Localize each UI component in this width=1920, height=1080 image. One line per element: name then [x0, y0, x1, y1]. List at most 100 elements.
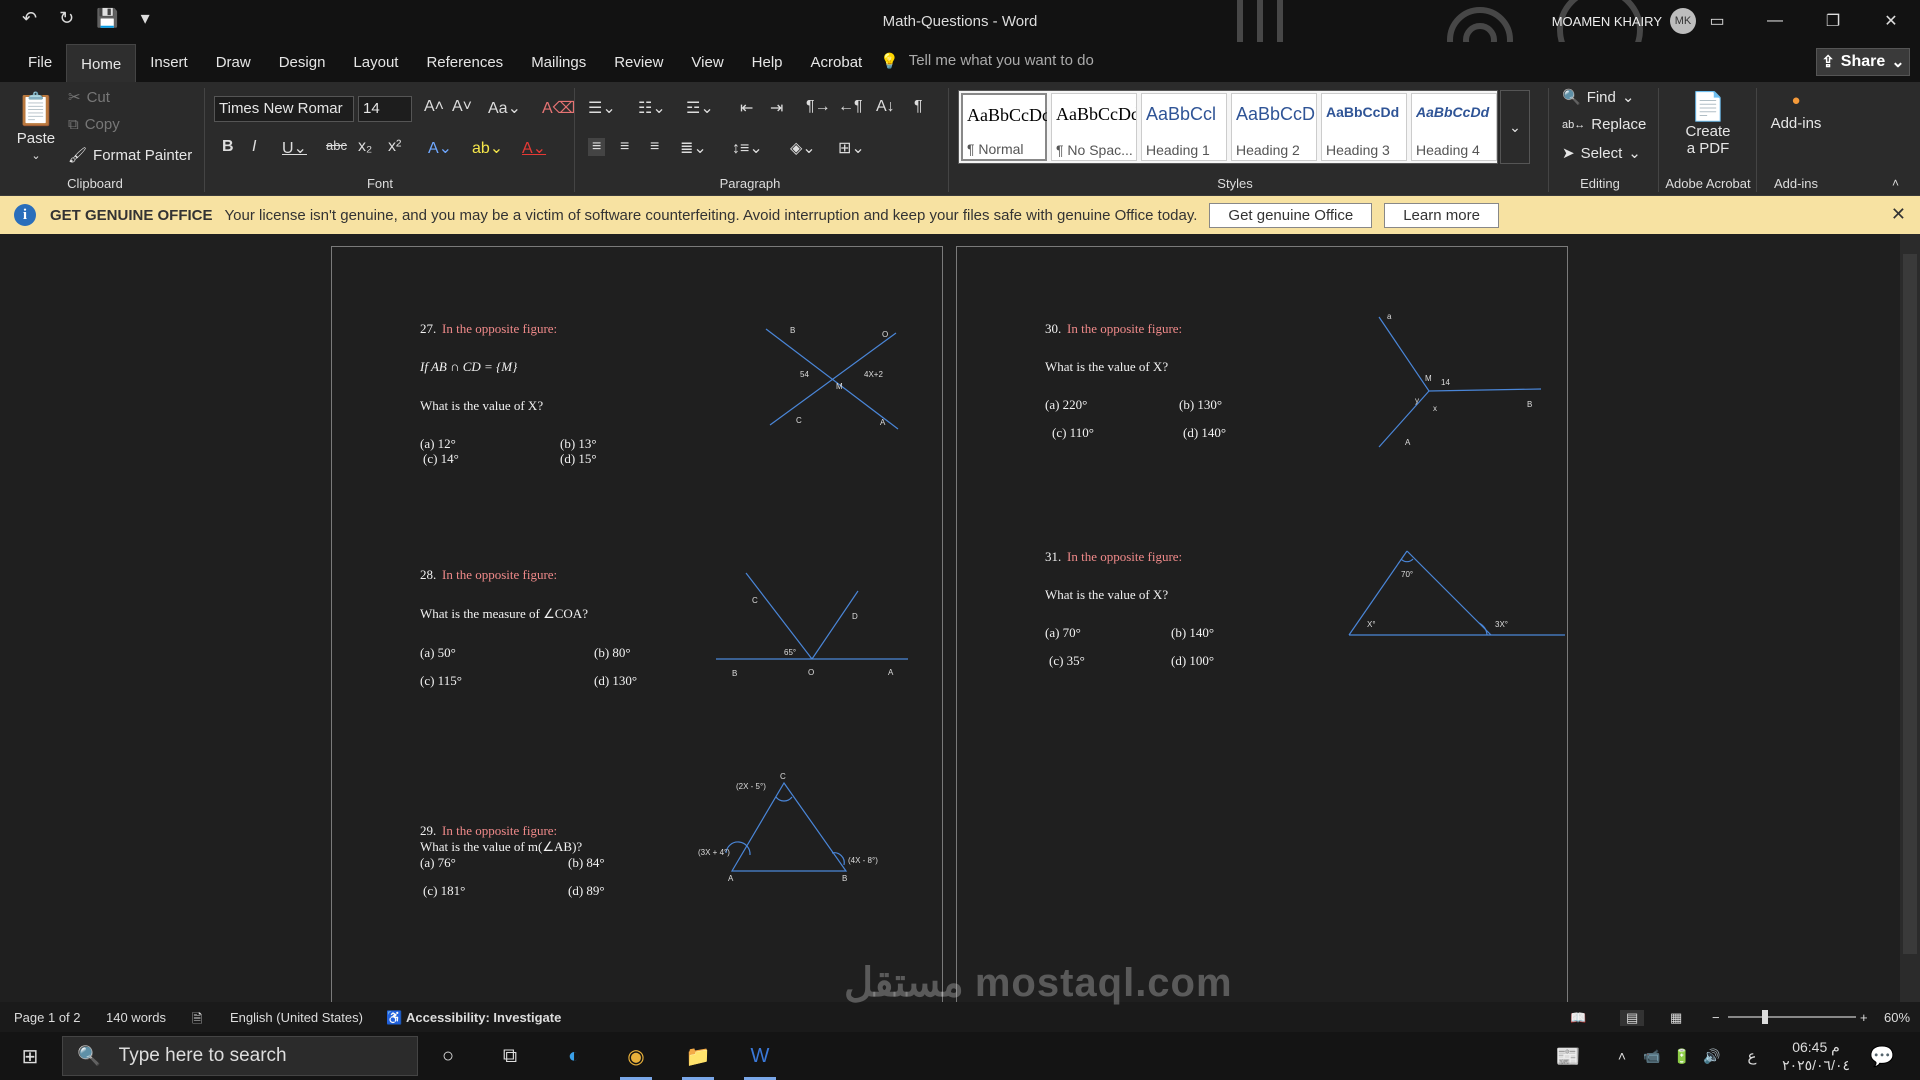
tab-references[interactable]: References — [412, 42, 517, 82]
tab-home[interactable]: Home — [66, 44, 137, 84]
web-layout-icon[interactable]: ▦ — [1670, 1010, 1682, 1026]
print-layout-icon[interactable]: ▤ — [1620, 1010, 1645, 1026]
borders-icon[interactable]: ⊞⌄ — [838, 138, 865, 158]
share-button[interactable]: ⇪ Share ⌄ — [1816, 48, 1910, 76]
minimize-icon[interactable]: — — [1746, 0, 1804, 42]
task-view-icon[interactable]: ⧉ — [492, 1040, 528, 1072]
align-right-icon[interactable]: ≡ — [650, 138, 659, 156]
tab-review[interactable]: Review — [600, 42, 677, 82]
tab-acrobat[interactable]: Acrobat — [797, 42, 877, 82]
ltr-icon[interactable]: ¶→ — [806, 98, 831, 116]
superscript-icon[interactable]: x² — [388, 138, 401, 156]
page-count[interactable]: Page 1 of 2 — [14, 1010, 81, 1025]
word-icon[interactable]: W — [742, 1040, 778, 1080]
line-spacing-icon[interactable]: ↕≡⌄ — [732, 138, 763, 158]
user-name[interactable]: MOAMEN KHAIRY — [1552, 14, 1662, 29]
highlight-icon[interactable]: ab⌄ — [472, 138, 503, 158]
tab-help[interactable]: Help — [738, 42, 797, 82]
cut-button[interactable]: ✂ Cut — [68, 88, 110, 107]
cortana-icon[interactable]: ○ — [430, 1040, 466, 1072]
shrink-font-icon[interactable]: A˅ — [452, 98, 472, 116]
scroll-thumb[interactable] — [1903, 254, 1917, 954]
tab-view[interactable]: View — [677, 42, 737, 82]
strikethrough-icon[interactable]: abc — [326, 138, 347, 153]
zoom-thumb[interactable] — [1762, 1010, 1768, 1024]
learn-more-button[interactable]: Learn more — [1384, 202, 1499, 228]
font-color-icon[interactable]: A⌄ — [522, 138, 546, 158]
close-icon[interactable]: ✕ — [1862, 0, 1920, 42]
news-icon[interactable]: 📰 — [1550, 1040, 1586, 1072]
align-left-icon[interactable]: ≡ — [588, 138, 606, 156]
create-pdf-button[interactable]: 📄 Create a PDF — [1668, 90, 1748, 157]
format-painter-button[interactable]: 🖌 Format Painter — [68, 146, 192, 165]
restore-icon[interactable]: ❐ — [1804, 0, 1862, 42]
get-genuine-button[interactable]: Get genuine Office — [1209, 202, 1373, 228]
vertical-scrollbar[interactable] — [1900, 234, 1920, 1002]
collapse-ribbon-icon[interactable]: ˄ — [1892, 176, 1899, 190]
edge-icon[interactable]: ◐ — [556, 1040, 592, 1072]
copy-button[interactable]: ⧉ Copy — [68, 116, 120, 133]
underline-icon[interactable]: U⌄ — [282, 138, 307, 158]
styles-more-button[interactable]: ⌄ — [1500, 90, 1530, 164]
read-mode-icon[interactable]: 📖 — [1570, 1010, 1586, 1026]
input-language[interactable]: ع — [1734, 1040, 1770, 1072]
accessibility-status[interactable]: Accessibility: Investigate — [406, 1010, 561, 1025]
tab-file[interactable]: File — [14, 42, 66, 82]
taskbar-search[interactable]: 🔍 Type here to search — [62, 1036, 418, 1076]
font-name-dropdown[interactable]: Times New Romar — [214, 96, 354, 122]
clear-formatting-icon[interactable]: A⌫ — [542, 98, 575, 118]
tab-design[interactable]: Design — [265, 42, 340, 82]
decrease-indent-icon[interactable]: ⇤ — [740, 98, 753, 118]
word-count[interactable]: 140 words — [106, 1010, 166, 1025]
zoom-in-icon[interactable]: + — [1860, 1010, 1868, 1025]
style-heading-3[interactable]: AaBbCcDd Heading 3 — [1321, 93, 1407, 161]
text-effects-icon[interactable]: A⌄ — [428, 138, 452, 158]
change-case-icon[interactable]: Aa⌄ — [488, 98, 521, 118]
volume-icon[interactable]: 🔊 — [1694, 1040, 1730, 1072]
sort-icon[interactable]: A↓ — [876, 98, 895, 116]
select-button[interactable]: ➤ Select ⌄ — [1562, 144, 1641, 163]
align-center-icon[interactable]: ≡ — [620, 138, 629, 156]
zoom-out-icon[interactable]: − — [1712, 1010, 1720, 1025]
font-size-dropdown[interactable]: 14 — [358, 96, 412, 122]
style-heading-4[interactable]: AaBbCcDd Heading 4 — [1411, 93, 1497, 161]
tab-layout[interactable]: Layout — [339, 42, 412, 82]
tab-draw[interactable]: Draw — [202, 42, 265, 82]
page-1[interactable]: 27. In the opposite figure: If AB ∩ CD =… — [331, 246, 943, 1006]
taskbar-clock[interactable]: 06:45 م ٢٠٢٥/٠٦/٠٤ — [1782, 1038, 1850, 1074]
pilcrow-icon[interactable]: ¶ — [914, 98, 923, 116]
numbering-icon[interactable]: ☷⌄ — [638, 98, 666, 118]
bullets-icon[interactable]: ☰⌄ — [588, 98, 616, 118]
style-heading-2[interactable]: AaBbCcD Heading 2 — [1231, 93, 1317, 161]
find-button[interactable]: 🔍 Find ⌄ — [1562, 88, 1634, 107]
style-normal[interactable]: AaBbCcDd ¶ Normal — [961, 93, 1047, 161]
style-heading-1[interactable]: AaBbCcl Heading 1 — [1141, 93, 1227, 161]
ribbon-display-icon[interactable]: ▭ — [1688, 0, 1746, 42]
zoom-slider[interactable] — [1728, 1016, 1856, 1018]
proofing-icon[interactable]: 🗎 — [192, 1010, 202, 1032]
bold-icon[interactable]: B — [222, 138, 234, 156]
close-icon[interactable]: ✕ — [1891, 204, 1906, 225]
multilevel-list-icon[interactable]: ☲⌄ — [686, 98, 714, 118]
chrome-icon[interactable]: ◉ — [618, 1040, 654, 1080]
notifications-icon[interactable]: 💬 — [1864, 1040, 1900, 1072]
replace-button[interactable]: ab↔ Replace — [1562, 116, 1646, 133]
page-2[interactable]: 30. In the opposite figure: What is the … — [956, 246, 1568, 1006]
windows-start-icon[interactable]: ⊞ — [12, 1040, 48, 1072]
italic-icon[interactable]: I — [252, 138, 256, 156]
language[interactable]: English (United States) — [230, 1010, 363, 1025]
justify-icon[interactable]: ≣⌄ — [680, 138, 707, 158]
subscript-icon[interactable]: x₂ — [358, 138, 372, 156]
increase-indent-icon[interactable]: ⇥ — [770, 98, 783, 118]
add-ins-button[interactable]: ● Add-ins — [1766, 92, 1826, 132]
shading-icon[interactable]: ◈⌄ — [790, 138, 816, 158]
tab-insert[interactable]: Insert — [136, 42, 202, 82]
zoom-level[interactable]: 60% — [1884, 1010, 1910, 1025]
tell-me-search[interactable]: 💡 Tell me what you want to do — [880, 52, 1094, 70]
paste-button[interactable]: 📋 Paste ⌄ — [16, 90, 56, 162]
file-explorer-icon[interactable]: 📁 — [680, 1040, 716, 1080]
rtl-icon[interactable]: ←¶ — [838, 98, 863, 116]
grow-font-icon[interactable]: A˄ — [424, 98, 444, 116]
tab-mailings[interactable]: Mailings — [517, 42, 600, 82]
style-no-spacing[interactable]: AaBbCcDd ¶ No Spac... — [1051, 93, 1137, 161]
